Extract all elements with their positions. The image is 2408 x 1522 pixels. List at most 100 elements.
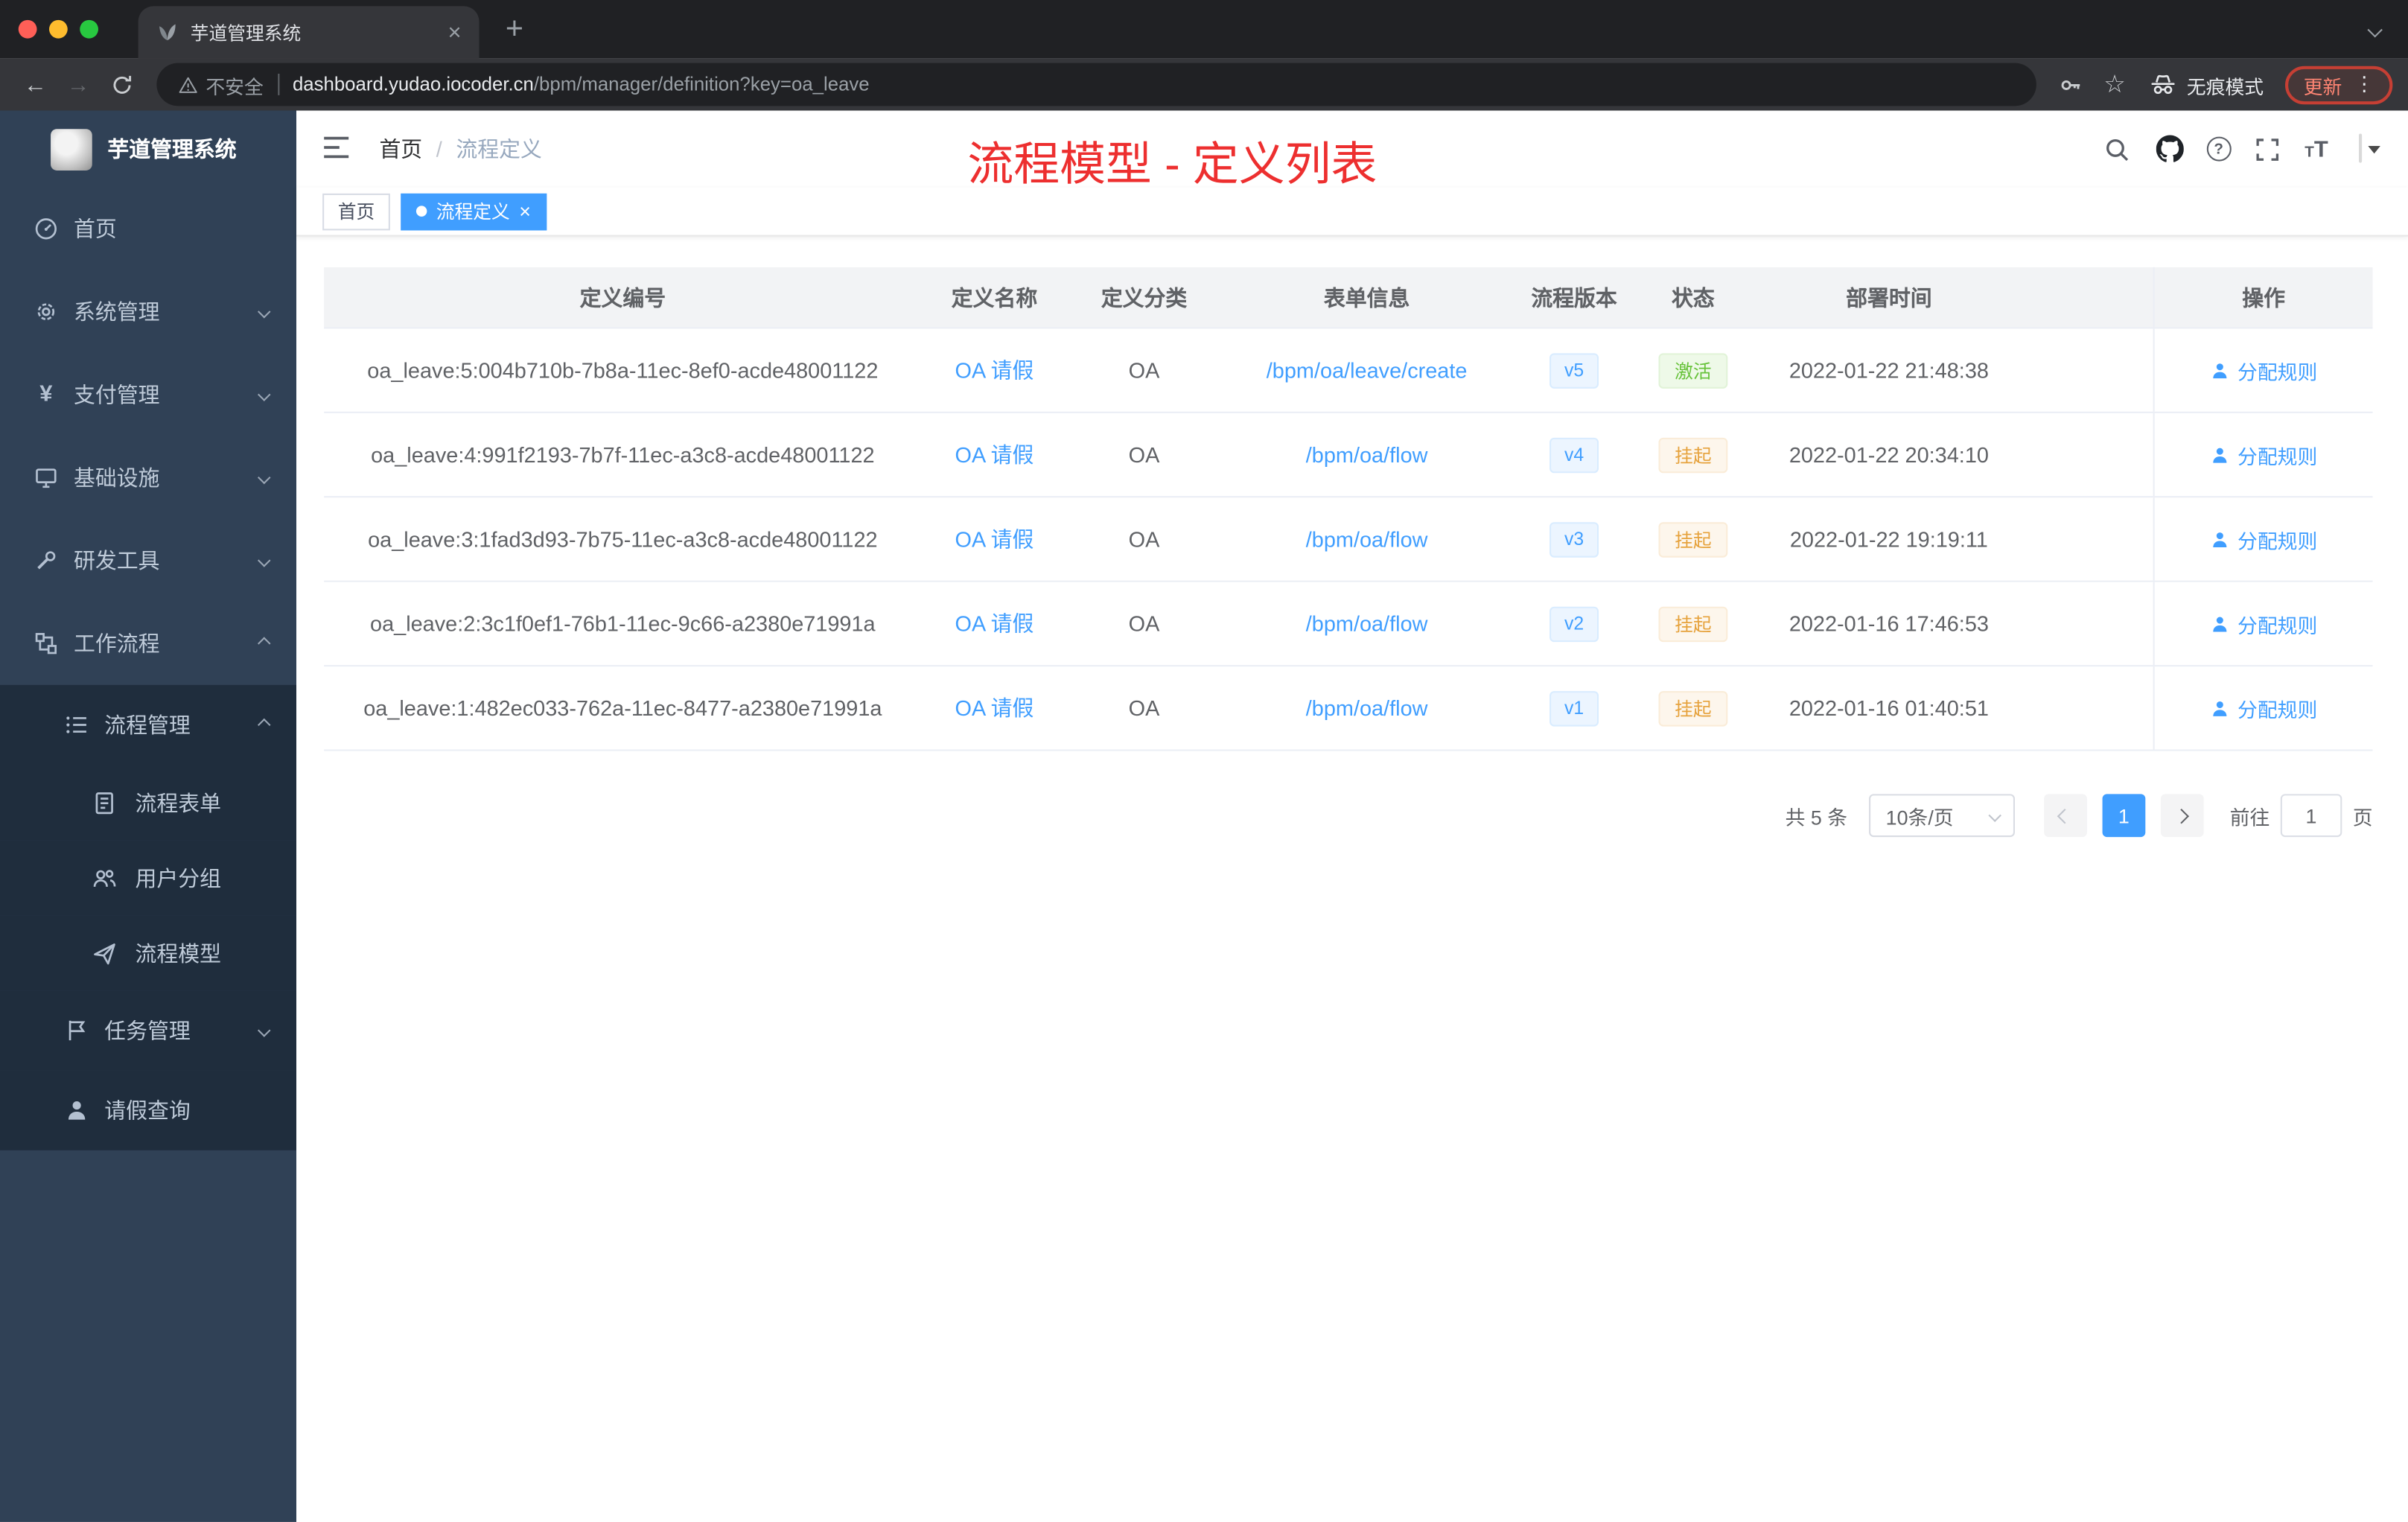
version-tag: v4	[1549, 436, 1599, 473]
table-row: oa_leave:3:1fad3d93-7b75-11ec-a3c8-acde4…	[324, 497, 2373, 582]
sidebar-item-home[interactable]: 首页	[0, 188, 296, 270]
sidebar-item-process-model[interactable]: 流程模型	[0, 915, 297, 991]
bookmark-star-icon[interactable]	[2095, 65, 2135, 105]
chevron-up-icon	[257, 718, 271, 732]
browser-tab[interactable]: 芋道管理系统	[138, 6, 480, 59]
definition-name-link[interactable]: OA 请假	[955, 354, 1033, 385]
sidebar-item-system[interactable]: 系统管理	[0, 270, 296, 353]
page-size-select[interactable]: 10条/页	[1868, 794, 2015, 838]
forward-button[interactable]	[58, 65, 98, 105]
form-info-link[interactable]: /bpm/oa/flow	[1306, 442, 1428, 467]
workflow-icon	[34, 631, 58, 656]
sidebar-item-label: 流程模型	[135, 940, 222, 966]
incognito-icon	[2151, 74, 2175, 94]
user-menu[interactable]	[2359, 133, 2380, 163]
definition-name-link[interactable]: OA 请假	[955, 692, 1033, 723]
page-1-button[interactable]: 1	[2102, 794, 2146, 838]
help-icon[interactable]	[2206, 136, 2232, 162]
table-header: 定义编号 定义名称 定义分类 表单信息 流程版本 状态 部署时间 操作	[324, 267, 2373, 329]
incognito-label: 无痕模式	[2186, 76, 2264, 98]
sidebar-item-label: 任务管理	[104, 1018, 191, 1043]
reload-button[interactable]	[101, 65, 141, 105]
tag-active[interactable]: 流程定义	[401, 192, 547, 230]
assign-rule-link[interactable]: 分配规则	[2210, 524, 2317, 553]
url-path: /bpm/manager/definition?key=oa_leave	[533, 74, 870, 95]
tag-close-icon[interactable]	[519, 201, 531, 221]
deploy-time: 2022-01-22 21:48:38	[1789, 357, 1989, 383]
zoom-window-button[interactable]	[80, 19, 98, 39]
search-icon[interactable]	[2102, 133, 2133, 164]
navbar-actions	[2102, 133, 2383, 164]
sidebar-item-process-form[interactable]: 流程表单	[0, 765, 297, 841]
next-page-button[interactable]	[2160, 794, 2204, 838]
github-icon[interactable]	[2154, 133, 2185, 164]
hamburger-icon[interactable]	[321, 132, 354, 165]
assign-rule-link[interactable]: 分配规则	[2210, 440, 2317, 469]
tab-favicon-leaf-icon	[156, 22, 178, 43]
avatar[interactable]	[2359, 133, 2363, 163]
goto-page-input[interactable]	[2280, 794, 2342, 838]
sidebar-item-process-manage[interactable]: 流程管理	[0, 684, 297, 765]
tools-icon	[34, 548, 58, 573]
browser-menu-kebab-icon[interactable]	[2354, 72, 2374, 97]
chevron-down-icon	[257, 305, 271, 319]
assign-rule-link[interactable]: 分配规则	[2210, 693, 2317, 722]
definition-category: OA	[1128, 695, 1160, 721]
table-row: oa_leave:5:004b710b-7b8a-11ec-8ef0-acde4…	[324, 328, 2373, 413]
page-unit-label: 页	[2352, 805, 2373, 829]
definition-name-link[interactable]: OA 请假	[955, 608, 1033, 639]
sidebar-item-task-manage[interactable]: 任务管理	[0, 990, 297, 1071]
form-info-cell: /bpm/oa/flow	[1221, 666, 1513, 749]
status-tag: 挂起	[1659, 690, 1727, 726]
sidebar-item-label: 请假查询	[104, 1098, 191, 1123]
sidebar-item-user-group[interactable]: 用户分组	[0, 840, 297, 916]
address-bar[interactable]: 不安全 dashboard.yudao.iocoder.cn/bpm/manag…	[156, 63, 2036, 106]
definition-name-link[interactable]: OA 请假	[955, 439, 1033, 470]
security-label: 不安全	[206, 76, 264, 98]
form-info-link[interactable]: /bpm/oa/flow	[1306, 611, 1428, 636]
sidebar-item-label: 系统管理	[74, 299, 160, 325]
form-info-link[interactable]: /bpm/oa/leave/create	[1267, 358, 1468, 383]
new-tab-button[interactable]	[494, 11, 535, 46]
assign-rule-link[interactable]: 分配规则	[2210, 355, 2317, 384]
site-security-chip[interactable]: 不安全	[178, 70, 264, 99]
sidebar-item-payment[interactable]: ¥ 支付管理	[0, 353, 296, 436]
form-info-link[interactable]: /bpm/oa/flow	[1306, 526, 1428, 551]
prev-page-button[interactable]	[2044, 794, 2087, 838]
tag-item[interactable]: 首页	[322, 192, 390, 230]
chevron-down-icon	[257, 554, 271, 567]
password-key-icon[interactable]	[2051, 65, 2092, 105]
chrome-update-button[interactable]: 更新	[2284, 65, 2393, 104]
breadcrumb-home[interactable]: 首页	[379, 133, 422, 164]
definition-name-cell: OA 请假	[922, 582, 1068, 665]
tab-close-icon[interactable]	[442, 21, 467, 44]
definition-id: oa_leave:1:482ec033-762a-11ec-8477-a2380…	[363, 695, 882, 721]
sidebar-item-workflow[interactable]: 工作流程	[0, 602, 296, 685]
form-info-link[interactable]: /bpm/oa/flow	[1306, 695, 1428, 720]
definition-name-link[interactable]: OA 请假	[955, 523, 1033, 554]
table-row: oa_leave:4:991f2193-7b7f-11ec-a3c8-acde4…	[324, 413, 2373, 498]
status-tag: 激活	[1659, 352, 1727, 388]
logo-title: 芋道管理系统	[107, 136, 237, 162]
sidebar-item-infra[interactable]: 基础设施	[0, 436, 296, 519]
font-size-icon[interactable]	[2305, 138, 2328, 161]
user-icon	[2210, 445, 2230, 465]
tab-search-chevron-icon[interactable]	[2367, 16, 2383, 43]
close-window-button[interactable]	[18, 19, 37, 39]
sidebar-item-leave-query[interactable]: 请假查询	[0, 1070, 297, 1150]
definition-id-cell: oa_leave:1:482ec033-762a-11ec-8477-a2380…	[324, 666, 921, 749]
process-version-cell: v5	[1513, 328, 1636, 411]
assign-rule-link[interactable]: 分配规则	[2210, 609, 2317, 638]
caret-down-icon	[2368, 145, 2380, 160]
user-icon	[2210, 698, 2230, 718]
fullscreen-icon[interactable]	[2252, 133, 2283, 164]
minimize-window-button[interactable]	[49, 19, 68, 39]
task-icon	[65, 1018, 89, 1042]
form-info-cell: /bpm/oa/flow	[1221, 497, 1513, 580]
sidebar-item-label: 首页	[74, 216, 117, 241]
browser-toolbar: 不安全 dashboard.yudao.iocoder.cn/bpm/manag…	[0, 58, 2408, 111]
back-button[interactable]	[16, 65, 56, 105]
column-header: 定义编号	[579, 284, 666, 310]
sidebar-item-devtools[interactable]: 研发工具	[0, 519, 296, 602]
deploy-time-cell: 2022-01-22 20:34:10	[1751, 413, 2027, 496]
